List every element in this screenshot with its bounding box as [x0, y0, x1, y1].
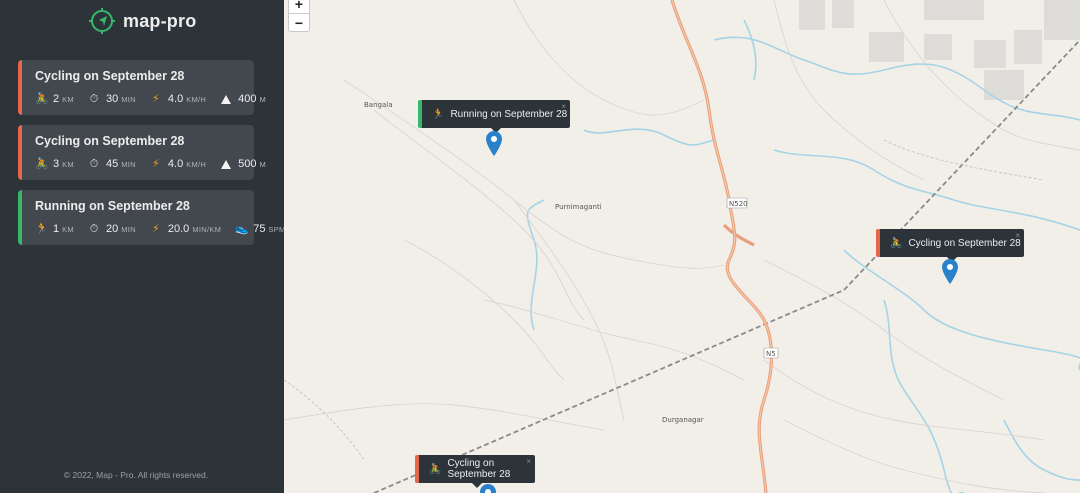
sidebar: map-pro Cycling on September 28 🚴 2 km ⏱…	[0, 0, 285, 493]
workout-title: Cycling on September 28	[35, 69, 185, 83]
close-icon[interactable]: ×	[561, 102, 566, 111]
cyclist-icon: 🚴	[35, 158, 49, 170]
duration-detail: ⏱ 45 min	[89, 158, 136, 170]
workout-title: Cycling on September 28	[35, 134, 185, 148]
distance-detail: 🚴 2 km	[35, 93, 74, 105]
workout-item-running[interactable]: Running on September 28 🏃 1 km ⏱ 20 min …	[18, 190, 285, 245]
workout-title: Running on September 28	[35, 199, 190, 213]
cyclist-icon: 🚴	[890, 237, 903, 249]
place-label: Purnimaganti	[555, 203, 602, 211]
stopwatch-icon: ⏱	[89, 223, 99, 235]
lightning-icon: ⚡	[152, 223, 160, 235]
lightning-icon: ⚡	[152, 93, 160, 105]
stopwatch-icon: ⏱	[89, 93, 99, 105]
popup-label: Cycling on September 28	[447, 458, 511, 480]
stopwatch-icon: ⏱	[89, 158, 99, 170]
road-shield-label: N520	[729, 200, 748, 208]
logo: map-pro	[88, 6, 196, 36]
copyright-text: © 2022, Map - Pro. All rights reserved.	[63, 470, 209, 480]
map[interactable]: N520 N5 Bangala Purnimaganti Durganagar …	[284, 0, 1080, 493]
compass-logo-icon	[89, 8, 115, 34]
distance-detail: 🏃 1 km	[35, 223, 74, 235]
workout-item-cycling[interactable]: Cycling on September 28 🚴 3 km ⏱ 45 min …	[18, 125, 266, 180]
runner-icon: 🏃	[432, 108, 445, 120]
elevation-detail: 500 m	[220, 158, 266, 170]
map-pin-icon[interactable]	[942, 259, 958, 284]
map-pin-icon[interactable]	[480, 484, 496, 493]
mountain-icon	[220, 158, 232, 170]
popup-label: Running on September 28	[450, 108, 568, 120]
map-pin-icon[interactable]	[486, 131, 502, 156]
zoom-in-button[interactable]: +	[289, 0, 309, 13]
elevation-detail: 400 m	[220, 93, 266, 105]
cadence-detail: 👟 75 spm	[235, 223, 286, 235]
app-name: map-pro	[123, 10, 197, 31]
workout-popup-cycling[interactable]: 🚴 Cycling on September 28 ×	[415, 455, 535, 488]
mountain-icon	[220, 93, 232, 105]
speed-detail: ⚡ 4.0 km/h	[150, 93, 206, 105]
place-label: Bangala	[364, 101, 393, 109]
distance-detail: 🚴 3 km	[35, 158, 74, 170]
duration-detail: ⏱ 20 min	[89, 223, 136, 235]
lightning-icon: ⚡	[152, 158, 160, 170]
runner-icon: 🏃	[35, 223, 49, 235]
workout-popup-cycling[interactable]: 🚴 Cycling on September 28 ×	[876, 229, 1024, 262]
close-icon[interactable]: ×	[1015, 231, 1020, 240]
shoe-icon: 👟	[235, 223, 249, 235]
workout-item-cycling[interactable]: Cycling on September 28 🚴 2 km ⏱ 30 min …	[18, 60, 266, 115]
zoom-control: + −	[288, 0, 310, 32]
place-label: Durganagar	[662, 416, 704, 424]
zoom-out-button[interactable]: −	[289, 13, 309, 31]
cyclist-icon: 🚴	[429, 463, 442, 475]
workout-popup-running[interactable]: 🏃 Running on September 28 ×	[418, 100, 570, 133]
cyclist-icon: 🚴	[35, 93, 49, 105]
popup-label: Cycling on September 28	[908, 237, 1021, 249]
speed-detail: ⚡ 4.0 km/h	[150, 158, 206, 170]
duration-detail: ⏱ 30 min	[89, 93, 136, 105]
road-shield-label: N5	[766, 350, 776, 358]
close-icon[interactable]: ×	[526, 457, 531, 466]
pace-detail: ⚡ 20.0 min/km	[150, 223, 221, 235]
